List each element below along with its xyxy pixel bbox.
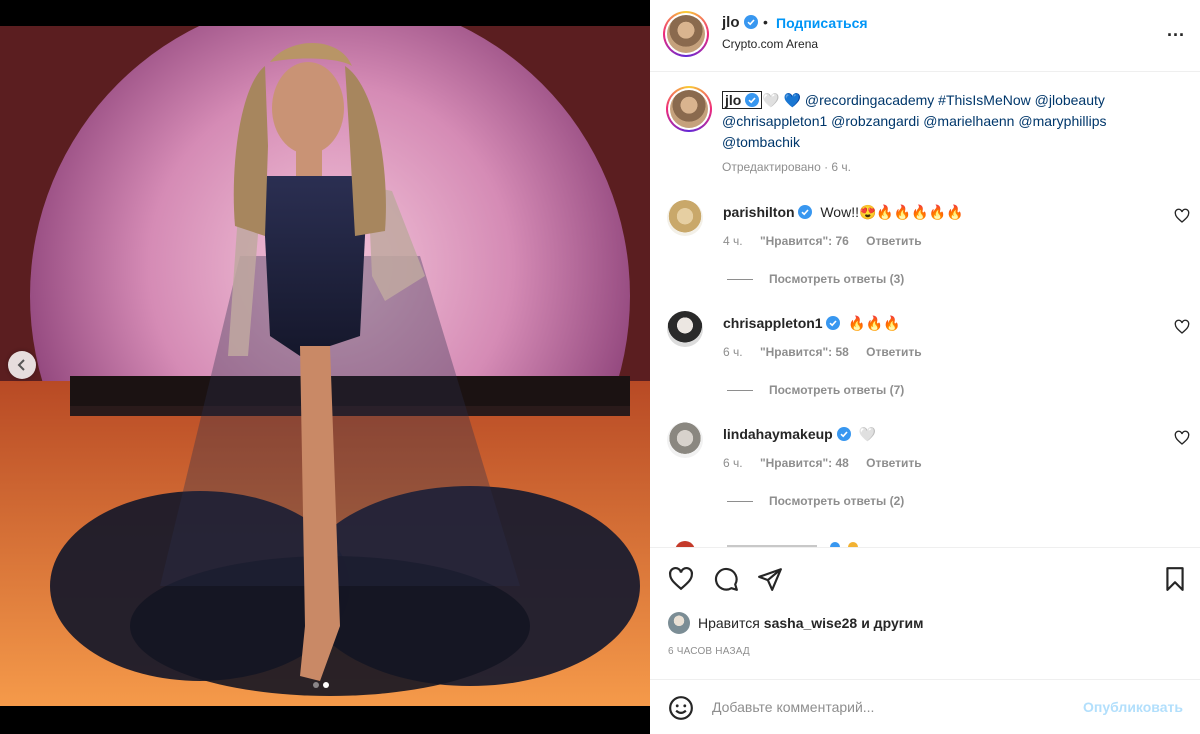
post-header: jlo • Подписаться Crypto.com Arena ...	[650, 0, 1200, 72]
comment-reply-button[interactable]: Ответить	[866, 345, 921, 359]
add-comment-bar: Опубликовать	[650, 679, 1200, 734]
caption-text-line-2[interactable]: @chrisappleton1 @robzangardi @marielhaen…	[722, 113, 1106, 129]
post-photo[interactable]	[0, 26, 650, 706]
comment-input[interactable]	[712, 696, 1072, 718]
comment-like-heart-icon[interactable]	[1174, 430, 1190, 446]
comment-like-heart-icon[interactable]	[1174, 208, 1190, 224]
comment-bubble-icon[interactable]	[713, 566, 739, 592]
header-separator: •	[763, 14, 768, 30]
verified-badge-icon	[826, 316, 841, 330]
view-replies-button[interactable]: Посмотреть ответы (2)	[727, 494, 904, 508]
follow-button[interactable]: Подписаться	[776, 15, 868, 31]
liked-by: Нравится sasha_wise28 и другим	[668, 612, 924, 634]
comment-item: chrisappleton1 🔥🔥🔥 6 ч. "Нравится": 58 О…	[650, 311, 1200, 421]
comment-avatar[interactable]	[667, 311, 703, 347]
comment-meta: 6 ч. "Нравится": 58 Ответить	[723, 345, 936, 359]
view-replies-button[interactable]: Посмотреть ответы (3)	[727, 272, 904, 286]
replies-divider	[727, 390, 753, 392]
post-timestamp[interactable]: 6 ЧАСОВ НАЗАД	[668, 646, 750, 657]
photo-illustration	[0, 26, 650, 706]
emoji-smiley-icon[interactable]	[668, 695, 694, 721]
more-options-icon: ...	[1166, 20, 1185, 40]
comment-username-link[interactable]: lindahaymakeup	[723, 426, 833, 442]
carousel-prev-button[interactable]	[8, 351, 36, 379]
save-bookmark-icon[interactable]	[1162, 566, 1188, 592]
comment-meta: 4 ч. "Нравится": 76 Ответить	[723, 234, 936, 248]
instagram-post-modal: jlo • Подписаться Crypto.com Arena ... j…	[0, 0, 1200, 734]
publish-button[interactable]: Опубликовать	[1083, 699, 1183, 715]
post-side-panel: jlo • Подписаться Crypto.com Arena ... j…	[650, 0, 1200, 734]
comment-text: Wow!!😍🔥🔥🔥🔥🔥	[820, 204, 964, 220]
more-options-button[interactable]: ...	[1162, 21, 1190, 44]
share-plane-icon[interactable]	[757, 566, 783, 592]
comment-username: lindahaymakeup 🤍	[723, 426, 876, 443]
chevron-left-icon	[17, 359, 25, 371]
carousel-dot	[313, 682, 319, 688]
comment-item: lindahaymakeup 🤍 6 ч. "Нравится": 48 Отв…	[650, 422, 1200, 532]
replies-divider	[727, 279, 753, 281]
liked-by-user[interactable]: sasha_wise28	[764, 615, 857, 631]
comment-avatar[interactable]	[667, 200, 703, 236]
comment-username: parishilton Wow!!😍🔥🔥🔥🔥🔥	[723, 204, 964, 221]
caption-text-line-1[interactable]: @recordingacademy #ThisIsMeNow @jlobeaut…	[805, 92, 1105, 108]
verified-badge-icon	[743, 15, 758, 29]
comment-text: 🤍	[858, 426, 876, 442]
comment-likes[interactable]: "Нравится": 48	[760, 456, 849, 470]
comment-time[interactable]: 6 ч.	[723, 456, 743, 470]
comments-list[interactable]: jlo 🤍 💙 @recordingacademy #ThisIsMeNow @…	[650, 73, 1200, 547]
author-username[interactable]: jlo	[722, 14, 758, 31]
caption-meta: Отредактировано · 6 ч.	[722, 160, 851, 174]
comment-username: chrisappleton1 🔥🔥🔥	[723, 315, 901, 332]
carousel-indicator	[313, 682, 329, 688]
comment-avatar[interactable]	[667, 422, 703, 458]
comment-time[interactable]: 4 ч.	[723, 234, 743, 248]
post-actions: Нравится sasha_wise28 и другим 6 ЧАСОВ Н…	[650, 547, 1200, 687]
comment-time[interactable]: 6 ч.	[723, 345, 743, 359]
caption-text-line-3[interactable]: @tombachik	[722, 134, 800, 150]
verified-badge-icon	[798, 205, 813, 219]
caption-emoji-blue-heart: 💙	[783, 92, 801, 108]
verified-badge-icon	[745, 93, 760, 107]
caption-username[interactable]: jlo	[722, 91, 763, 109]
post-location[interactable]: Crypto.com Arena	[722, 37, 818, 51]
comment-item-partial	[675, 541, 858, 547]
caption-author-avatar[interactable]	[666, 86, 712, 132]
replies-divider	[727, 501, 753, 503]
comment-meta: 6 ч. "Нравится": 48 Ответить	[723, 456, 936, 470]
liked-by-avatar[interactable]	[668, 612, 690, 634]
comment-username-link[interactable]: chrisappleton1	[723, 315, 823, 331]
author-username-text[interactable]: jlo	[722, 14, 740, 31]
comment-item: parishilton Wow!!😍🔥🔥🔥🔥🔥 4 ч. "Нравится":…	[650, 200, 1200, 310]
liked-by-suffix[interactable]: и другим	[861, 615, 923, 631]
comment-username-link[interactable]: parishilton	[723, 204, 795, 220]
post-media	[0, 0, 650, 734]
view-replies-button[interactable]: Посмотреть ответы (7)	[727, 383, 904, 397]
comment-text: 🔥🔥🔥	[848, 315, 901, 331]
verified-badge-icon	[836, 427, 851, 441]
carousel-dot-active	[323, 682, 329, 688]
comment-likes[interactable]: "Нравится": 76	[760, 234, 849, 248]
comment-reply-button[interactable]: Ответить	[866, 456, 921, 470]
like-heart-icon[interactable]	[668, 566, 694, 592]
liked-by-prefix: Нравится	[698, 615, 760, 631]
caption-emoji-white-heart: 🤍	[762, 92, 780, 108]
comment-reply-button[interactable]: Ответить	[866, 234, 921, 248]
post-caption: jlo 🤍 💙 @recordingacademy #ThisIsMeNow @…	[722, 90, 1182, 153]
comment-like-heart-icon[interactable]	[1174, 319, 1190, 335]
author-avatar[interactable]	[663, 11, 709, 57]
comment-likes[interactable]: "Нравится": 58	[760, 345, 849, 359]
